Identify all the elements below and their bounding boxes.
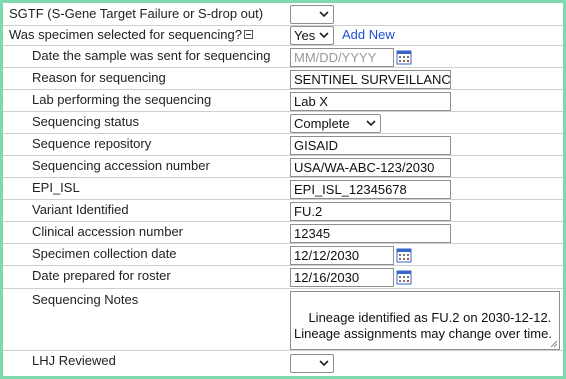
sgtf-select[interactable] bbox=[290, 5, 334, 24]
collection-date-input[interactable]: 12/12/2030 bbox=[290, 246, 394, 265]
selected-select[interactable]: Yes bbox=[290, 26, 334, 45]
row-status: Sequencing status Complete bbox=[3, 112, 563, 134]
row-roster-date: Date prepared for roster 12/16/2030 bbox=[3, 266, 563, 289]
clinical-input[interactable]: 12345 bbox=[290, 224, 451, 243]
row-repository: Sequence repository GISAID bbox=[3, 134, 563, 156]
collection-date-label: Specimen collection date bbox=[32, 246, 177, 261]
row-notes: Sequencing Notes Lineage identified as F… bbox=[3, 289, 563, 351]
add-new-link[interactable]: Add New bbox=[342, 27, 395, 42]
status-label: Sequencing status bbox=[32, 114, 139, 129]
row-clinical: Clinical accession number 12345 bbox=[3, 222, 563, 244]
epi-isl-label: EPI_ISL bbox=[32, 180, 80, 195]
chevron-down-icon bbox=[319, 32, 329, 39]
selected-value: Yes bbox=[294, 28, 316, 43]
accession-label: Sequencing accession number bbox=[32, 158, 210, 173]
notes-label: Sequencing Notes bbox=[32, 292, 139, 307]
notes-textarea[interactable]: Lineage identified as FU.2 on 2030-12-12… bbox=[290, 291, 560, 350]
sgtf-label: SGTF (S-Gene Target Failure or S-drop ou… bbox=[9, 6, 264, 21]
date-sent-label: Date the sample was sent for sequencing bbox=[32, 48, 271, 63]
calendar-icon[interactable] bbox=[396, 49, 412, 65]
reason-label: Reason for sequencing bbox=[32, 70, 166, 85]
status-value: Complete bbox=[294, 116, 350, 131]
variant-label: Variant Identified bbox=[32, 202, 129, 217]
repository-input[interactable]: GISAID bbox=[290, 136, 451, 155]
row-reason: Reason for sequencing SENTINEL SURVEILLA… bbox=[3, 68, 563, 90]
row-accession: Sequencing accession number USA/WA-ABC-1… bbox=[3, 156, 563, 178]
chevron-down-icon bbox=[319, 360, 329, 367]
variant-input[interactable]: FU.2 bbox=[290, 202, 451, 221]
calendar-icon[interactable] bbox=[396, 269, 412, 285]
lhj-select[interactable] bbox=[290, 354, 334, 373]
roster-date-input[interactable]: 12/16/2030 bbox=[290, 268, 394, 287]
row-epi-isl: EPI_ISL EPI_ISL_12345678 bbox=[3, 178, 563, 200]
row-lhj: LHJ Reviewed bbox=[3, 351, 563, 376]
clinical-label: Clinical accession number bbox=[32, 224, 184, 239]
collapse-minus-icon[interactable] bbox=[244, 30, 253, 39]
row-lab: Lab performing the sequencing Lab X bbox=[3, 90, 563, 112]
calendar-icon[interactable] bbox=[396, 247, 412, 263]
resize-grip-icon[interactable] bbox=[549, 339, 558, 348]
date-sent-input[interactable]: MM/DD/YYYY bbox=[290, 48, 394, 67]
chevron-down-icon bbox=[319, 11, 329, 18]
date-sent-placeholder: MM/DD/YYYY bbox=[294, 50, 377, 65]
lab-label: Lab performing the sequencing bbox=[32, 92, 212, 107]
lhj-label: LHJ Reviewed bbox=[32, 353, 116, 368]
roster-date-label: Date prepared for roster bbox=[32, 268, 171, 283]
reason-input[interactable]: SENTINEL SURVEILLANC bbox=[290, 70, 451, 89]
row-variant: Variant Identified FU.2 bbox=[3, 200, 563, 222]
row-date-sent: Date the sample was sent for sequencing … bbox=[3, 46, 563, 68]
notes-text: Lineage identified as FU.2 on 2030-12-12… bbox=[294, 310, 552, 341]
lab-input[interactable]: Lab X bbox=[290, 92, 451, 111]
row-selected: Was specimen selected for sequencing? Ye… bbox=[3, 26, 563, 46]
row-sgtf: SGTF (S-Gene Target Failure or S-drop ou… bbox=[3, 3, 563, 26]
selected-label: Was specimen selected for sequencing? bbox=[9, 27, 242, 42]
epi-isl-input[interactable]: EPI_ISL_12345678 bbox=[290, 180, 451, 199]
chevron-down-icon bbox=[366, 120, 376, 127]
accession-input[interactable]: USA/WA-ABC-123/2030 bbox=[290, 158, 451, 177]
status-select[interactable]: Complete bbox=[290, 114, 381, 133]
repository-label: Sequence repository bbox=[32, 136, 152, 151]
row-collection-date: Specimen collection date 12/12/2030 bbox=[3, 244, 563, 266]
